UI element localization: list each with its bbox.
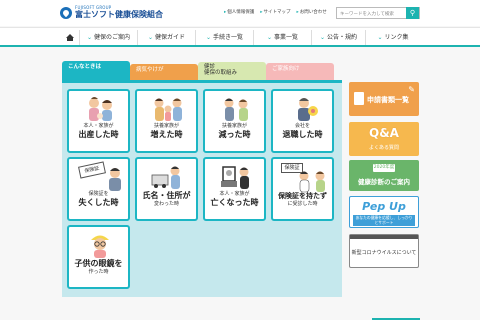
doctor-visit-icon [299,171,325,193]
card-novisit-title: 保険証を持たず [278,192,327,200]
tab-kenshin[interactable]: 健診 健保の取組み [198,62,266,80]
logo-name-text: 富士ソフト健康保険組合 [75,10,163,19]
qa-banner[interactable]: Q&A よくある質問 [349,122,419,156]
card-death[interactable]: 本人・家族が 亡くなった時 [203,157,266,221]
card-glasses-small: 作った時 [88,269,109,275]
checkup-year: 2020年度 [373,164,395,172]
nav-item-notices[interactable]: 公告・規約 [312,30,366,45]
qa-subtitle: よくある質問 [368,145,399,151]
checkup-title: 健康診断のご案内 [358,178,410,186]
nav-item-procedures[interactable]: 手続き一覧 [196,30,254,45]
top-links: 個人情報保護 サイトマップ お問い合わせ [224,9,327,15]
nav-item-guide[interactable]: 健保のご案内 [80,30,138,45]
card-lost-card[interactable]: 保険証 保険証を 失くした時 [67,157,130,221]
pencil-icon: ✎ [408,85,415,94]
covid-label: 新型コロナウイルスについて [351,250,417,256]
tab-konna-toki[interactable]: こんなときは [62,61,130,80]
covid-banner-stripe [350,235,418,239]
nav-item-links[interactable]: リンク集 [366,30,420,45]
worried-person-icon [109,168,121,191]
nav-item-kenpo-guide[interactable]: 健保ガイド [138,30,196,45]
moving-truck-icon [151,166,180,189]
site-header: FUJISOFT GROUP 富士ソフト健康保険組合 個人情報保護 サイトマップ… [0,0,480,26]
card-increase-title: 増えた時 [150,130,183,139]
card-retire-title: 退職した時 [282,130,323,139]
tab-byoki[interactable]: 病気やけが [130,64,198,80]
child-glasses-icon [91,235,109,258]
covid-banner[interactable]: 新型コロナウイルスについて [349,234,419,268]
card-dependents-increase[interactable]: 扶養家族が 増えた時 [135,89,198,153]
card-lost-small: 保険証を [88,191,109,197]
main-nav: 健保のご案内 健保ガイド 手続き一覧 事業一覧 公告・規約 リンク集 [0,27,480,47]
forms-list-label: 申請書類一覧 [367,96,409,104]
privacy-link[interactable]: 個人情報保護 [224,9,254,15]
card-death-small: 本人・家族が [219,191,250,197]
card-change-small: 変わった時 [153,201,179,207]
retirement-icon [298,98,318,121]
card-glasses-title: 子供の眼鏡を [74,259,123,268]
pepup-subtitle: あなたの健康を応援し、しっかりとサポート [353,215,415,226]
site-logo[interactable]: FUJISOFT GROUP 富士ソフト健康保険組合 [60,5,163,20]
document-icon [354,92,364,105]
card-decrease-title: 減った時 [218,130,251,139]
card-lost-title: 失くした時 [78,198,119,207]
card-birth-title: 出産した時 [78,130,119,139]
card-change-title: 氏名・住所が [142,191,191,200]
card-dependents-decrease[interactable]: 扶養家族が 減った時 [203,89,266,153]
card-increase-small: 扶養家族が [153,123,179,129]
search-icon: ⚲ [409,9,416,17]
sitemap-link[interactable]: サイトマップ [260,9,291,15]
forms-list-banner[interactable]: 申請書類一覧 ✎ [349,82,419,116]
qa-title: Q&A [369,126,399,140]
memorial-icon [221,166,249,189]
card-novisit-small: に受診した時 [287,201,318,207]
card-birth[interactable]: 本人・家族が 出産した時 [67,89,130,153]
card-death-title: 亡くなった時 [210,198,259,207]
birth-illustration-icon [89,97,112,121]
card-retirement[interactable]: 会社を 退職した時 [271,89,334,153]
nav-home[interactable] [60,30,80,45]
card-retire-small: 会社を [294,123,310,129]
card-birth-small: 本人・家族が [83,123,114,129]
pepup-logo: Pep Up [362,200,406,213]
logo-mark-icon [60,6,72,19]
checkup-banner[interactable]: 2020年度 健康診断のご案内 [349,160,419,191]
home-icon [65,34,74,41]
card-no-card-visit[interactable]: 保険証 保険証を持たず に受診した時 [271,157,334,221]
search-button[interactable]: ⚲ [406,7,419,19]
tab-kazoku[interactable]: ご家族向け [266,63,334,80]
family-decrease-icon [224,98,248,121]
card-name-address-change[interactable]: 氏名・住所が 変わった時 [135,157,198,221]
insurance-card-sign: 保険証 [78,161,106,179]
contact-link[interactable]: お問い合わせ [297,9,327,15]
pepup-banner[interactable]: Pep Up あなたの健康を応援し、しっかりとサポート [349,196,419,228]
card-child-glasses[interactable]: 子供の眼鏡を 作った時 [67,225,130,289]
nav-item-services[interactable]: 事業一覧 [254,30,312,45]
card-decrease-small: 扶養家族が [221,123,247,129]
family-increase-icon [154,98,182,121]
situation-panel: 本人・家族が 出産した時 扶養家族が 増えた時 扶養家族が 減った時 会社を 退職した時… [62,80,342,297]
